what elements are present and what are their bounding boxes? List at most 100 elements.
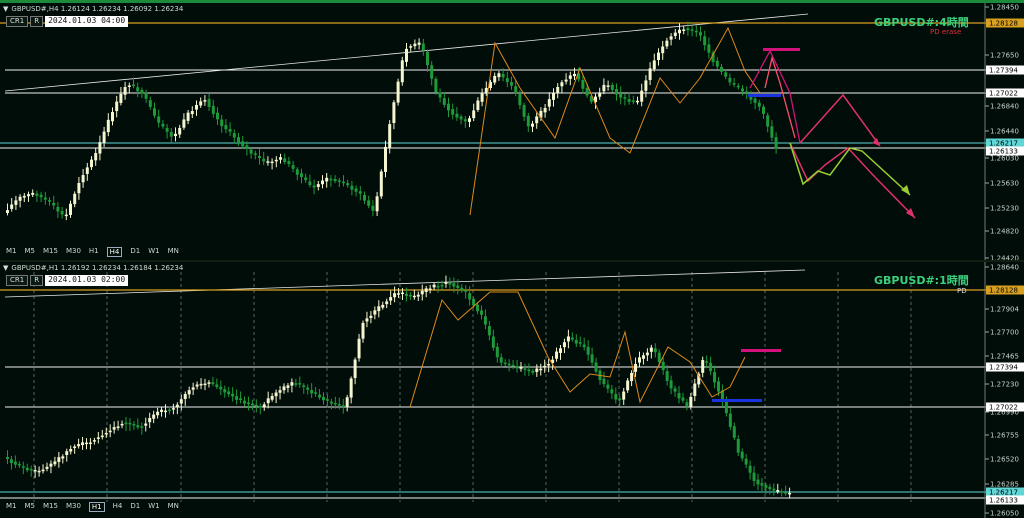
h1-candle	[740, 451, 744, 459]
timeframe-d1[interactable]: D1	[130, 502, 140, 512]
h4-datetime-box: 2024.01.03 04:00	[45, 16, 129, 27]
h1-candle	[381, 304, 385, 308]
cr1-button[interactable]: CR1	[6, 275, 29, 286]
h4-chart-pane[interactable]: 1.28450 1.28128 1.27650 1.27394 1.27022 1.268…	[0, 0, 1024, 260]
h4-candle	[123, 87, 127, 95]
h1-candle	[183, 394, 187, 399]
h1-candle	[349, 378, 353, 398]
h4-candle	[636, 100, 639, 103]
h1-candle	[377, 306, 381, 312]
h4-candle	[337, 180, 341, 182]
h1-candle	[73, 446, 77, 449]
timeframe-h4[interactable]: H4	[113, 502, 123, 512]
h1-candle	[290, 382, 294, 386]
timeframe-h1[interactable]: H1	[88, 502, 105, 512]
h1-candle	[270, 395, 274, 400]
timeframe-mn[interactable]: MN	[168, 502, 179, 512]
r-button[interactable]: R	[30, 275, 44, 286]
h1-candle	[96, 437, 100, 439]
timeframe-m15[interactable]: M15	[43, 247, 58, 257]
h4-candle	[459, 116, 463, 120]
h4-candle	[547, 99, 551, 107]
timeframe-w1[interactable]: W1	[148, 247, 159, 257]
timeframe-m5[interactable]: M5	[25, 502, 36, 512]
h1-candle	[100, 435, 104, 438]
h4-candle	[640, 90, 644, 102]
h4-candle	[316, 184, 320, 187]
h1-candle	[152, 414, 156, 419]
h4-candle	[161, 123, 165, 127]
h4-candle	[367, 200, 371, 206]
h4-candle	[573, 73, 576, 77]
h1-candle	[728, 413, 732, 427]
h4-projection-up	[799, 93, 881, 147]
h4-candle	[279, 157, 282, 160]
h1-candle	[472, 298, 476, 306]
h4-candle	[148, 100, 152, 107]
h1-candle	[713, 372, 717, 383]
timeframe-d1[interactable]: D1	[130, 247, 140, 257]
h4-arrowhead-up	[872, 138, 880, 146]
h4-price-tick: 1.28450	[990, 4, 1019, 12]
h4-candle	[85, 167, 89, 174]
h4-projection-down-red	[789, 142, 916, 219]
h4-price-chart[interactable]: 1.28450 1.28128 1.27650 1.27394 1.27022 1.268…	[0, 3, 1024, 260]
collapse-triangle-icon[interactable]: ▼	[3, 264, 8, 272]
timeframe-m15[interactable]: M15	[43, 502, 58, 512]
h4-header-controls: CR1 R 2024.01.03 04:00	[6, 16, 129, 27]
timeframe-h4[interactable]: H4	[106, 247, 123, 257]
h4-candle	[358, 191, 362, 194]
h4-candle	[81, 175, 85, 183]
h1-candle	[428, 288, 432, 291]
timeframe-w1[interactable]: W1	[148, 502, 159, 512]
h1-candle	[693, 383, 697, 396]
timeframe-m30[interactable]: M30	[66, 502, 81, 512]
timeframe-h1[interactable]: H1	[89, 247, 99, 257]
h1-candle	[756, 479, 760, 485]
h1-candle	[45, 466, 49, 469]
h4-candle	[724, 72, 728, 77]
h4-candle	[447, 103, 450, 111]
h1-chart-pane[interactable]: 1.28640 1.28128 1.27904 1.27700 1.27465 1.273…	[0, 262, 1024, 518]
h4-candle	[468, 118, 471, 122]
h1-candle	[673, 388, 677, 392]
h1-candle	[784, 492, 788, 494]
collapse-triangle-icon[interactable]: ▼	[3, 5, 8, 13]
r-button[interactable]: R	[30, 16, 44, 27]
h4-level-label: 1.26133	[989, 148, 1018, 156]
h4-candle	[52, 202, 56, 206]
h4-candle	[73, 193, 77, 205]
h4-candle	[6, 210, 9, 213]
h1-candle	[29, 468, 33, 471]
h4-candle	[350, 185, 354, 190]
h1-candle	[207, 382, 211, 384]
h1-candle	[685, 402, 689, 406]
h1-candle	[420, 290, 424, 295]
h1-candle	[452, 283, 456, 287]
cr1-button[interactable]: CR1	[6, 16, 29, 27]
timeframe-mn[interactable]: MN	[168, 247, 179, 257]
h1-candle	[618, 398, 622, 401]
h1-price-chart[interactable]: 1.28640 1.28128 1.27904 1.27700 1.27465 1.273…	[0, 262, 1024, 518]
timeframe-m30[interactable]: M30	[66, 247, 81, 257]
h1-candle	[401, 292, 404, 295]
h4-level-label: 1.28128	[989, 20, 1018, 28]
h1-level-label: 1.27394	[989, 364, 1018, 372]
timeframe-m5[interactable]: M5	[25, 247, 36, 257]
h4-candle	[610, 84, 614, 90]
h4-candle	[564, 79, 568, 82]
h1-candle	[215, 384, 219, 388]
h1-candle	[357, 338, 361, 359]
h4-candle	[552, 92, 555, 100]
h1-candle	[539, 368, 543, 371]
h1-price-tick: 1.28640	[990, 264, 1019, 272]
h1-candle	[65, 451, 69, 455]
h1-candle	[641, 355, 645, 359]
h4-candle	[615, 89, 618, 95]
h4-candle	[409, 46, 413, 48]
h4-candle	[619, 93, 623, 98]
h4-symbol-header: ▼ GBPUSD#,H4 1.26124 1.26234 1.26092 1.26…	[3, 5, 183, 13]
timeframe-m1[interactable]: M1	[6, 502, 17, 512]
timeframe-m1[interactable]: M1	[6, 247, 17, 257]
h4-candle	[35, 193, 39, 196]
